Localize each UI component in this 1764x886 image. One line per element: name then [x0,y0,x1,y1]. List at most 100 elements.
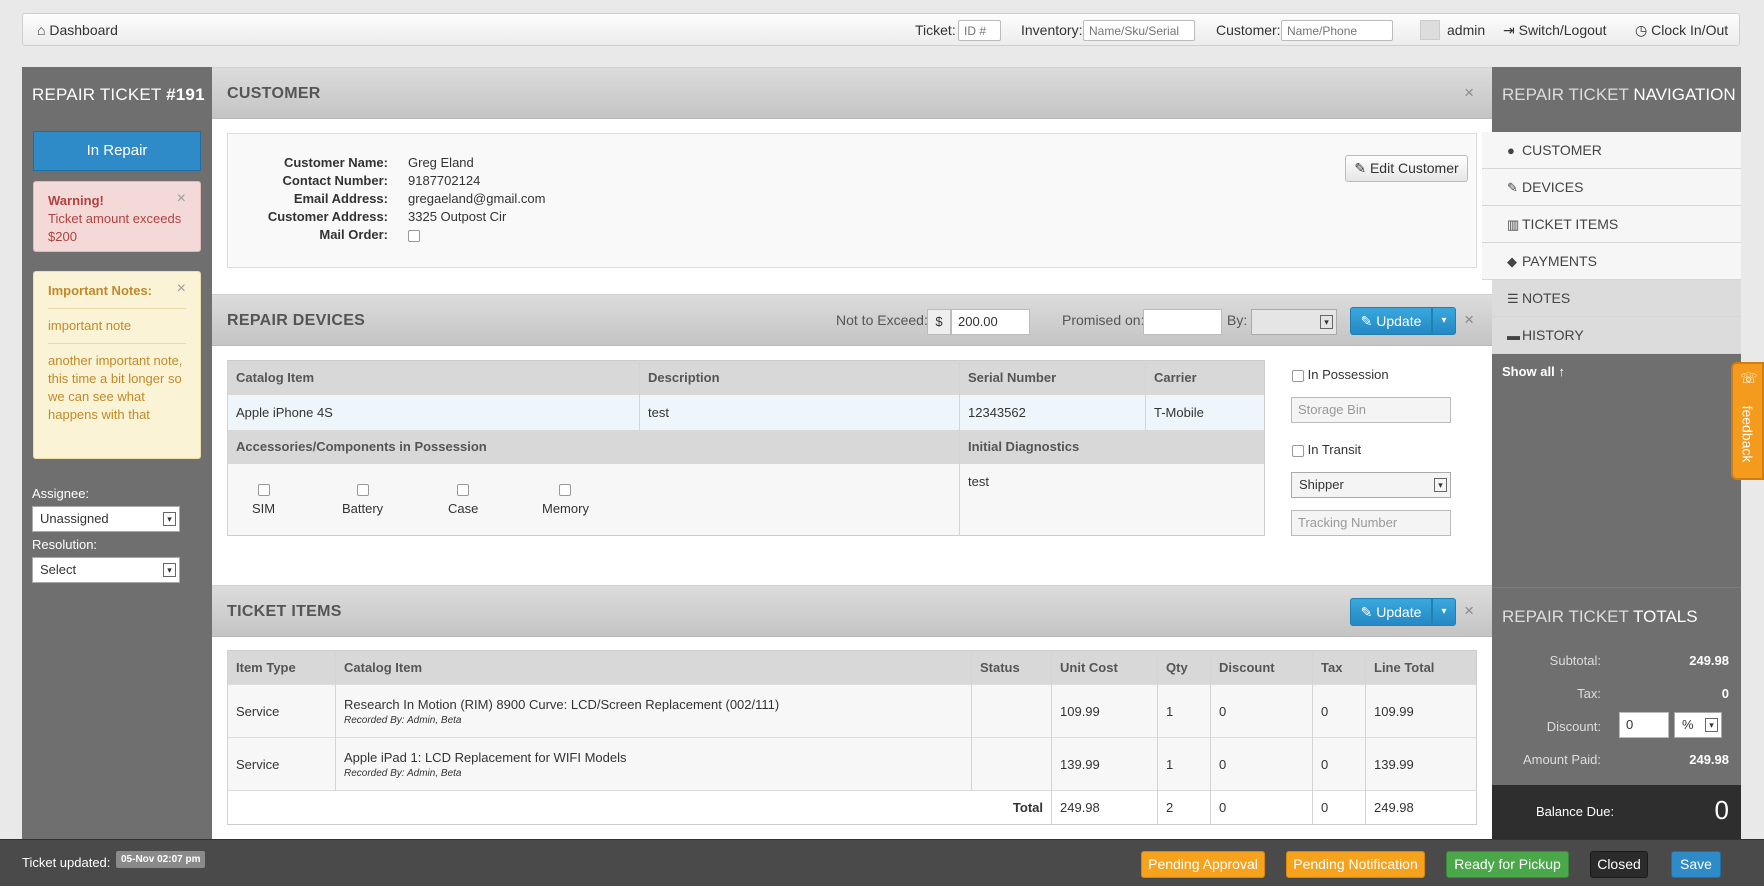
component-battery[interactable]: Battery [342,482,383,516]
customer-details: Customer Name: Contact Number: Email Add… [227,133,1477,268]
tax-cell: 0 [1312,684,1366,738]
dashboard-link[interactable]: ⌂ Dashboard [37,22,118,38]
chevron-down-icon: ▾ [163,512,176,526]
amount-paid-label: Amount Paid: [1522,752,1601,767]
discount-unit-select[interactable]: % ▾ [1674,712,1722,738]
description-cell: test [639,394,960,430]
promised-input[interactable] [1143,309,1222,335]
nav-item-devices[interactable]: ✎ DEVICES [1482,169,1741,206]
table-row[interactable]: Service Research In Motion (RIM) 8900 Cu… [227,684,1477,738]
column-header: Serial Number [959,360,1146,395]
storage-bin-input[interactable]: Storage Bin [1291,397,1451,423]
devices-update-dropdown[interactable]: ▾ [1432,307,1456,335]
nav-item-ticket-items[interactable]: ▥ TICKET ITEMS [1482,206,1741,243]
status-button[interactable]: In Repair [33,131,201,171]
by-select[interactable]: ▾ [1251,309,1337,335]
tracking-number-input[interactable]: Tracking Number [1291,510,1451,536]
nte-input[interactable]: 200.00 [951,309,1030,335]
catalog-item-cell: Apple iPad 1: LCD Replacement for WIFI M… [335,737,972,791]
discount-input[interactable]: 0 [1619,712,1669,738]
edit-customer-button[interactable]: ✎ Edit Customer [1345,155,1468,182]
component-memory[interactable]: Memory [542,482,589,516]
recorded-by: Recorded By: Admin, Beta [344,767,462,779]
components-cell: SIM Battery Case Memory [227,463,960,536]
customer-name-label: Customer Name: [283,155,388,170]
pending-approval-button[interactable]: Pending Approval [1141,851,1265,878]
resolution-select[interactable]: Select ▾ [32,557,180,583]
feedback-label: feedback [1739,405,1756,463]
chevron-down-icon: ▾ [1434,478,1447,492]
clock-link[interactable]: ◷ Clock In/Out [1635,22,1728,39]
ticket-search-label: Ticket: [915,22,956,38]
in-possession-checkbox[interactable]: In Possession [1292,367,1389,382]
devices-update-button[interactable]: ✎ Update [1350,307,1432,335]
logout-icon: ⇥ [1503,22,1515,38]
mail-order-checkbox[interactable] [408,229,420,242]
column-header: Item Type [227,650,336,685]
table-row[interactable]: Service Apple iPad 1: LCD Replacement fo… [227,737,1477,791]
save-button[interactable]: Save [1671,851,1721,878]
chevron-down-icon: ▾ [163,563,176,577]
nav-item-notes[interactable]: ☰ NOTES [1492,280,1741,317]
nav-item-customer[interactable]: ● CUSTOMER [1482,132,1741,169]
close-icon[interactable]: × [1464,601,1474,621]
close-icon[interactable]: × [1464,83,1474,103]
unit-cost-cell: 139.99 [1051,737,1158,791]
item-type-cell: Service [227,737,336,791]
assignee-select[interactable]: Unassigned ▾ [32,506,180,532]
nte-label: Not to Exceed: [836,312,928,328]
total-cost: 249.98 [1051,790,1158,825]
column-header: Description [639,360,960,395]
qty-cell: 1 [1157,737,1211,791]
tax-cell: 0 [1312,737,1366,791]
items-update-dropdown[interactable]: ▾ [1432,598,1456,626]
component-sim[interactable]: SIM [252,482,275,516]
warning-text: Ticket amount exceeds $200 [48,211,182,244]
customer-search-input[interactable] [1281,20,1393,41]
column-header: Qty [1157,650,1211,685]
column-header: Tax [1312,650,1366,685]
serial-cell: 12343562 [959,394,1146,430]
table-row[interactable]: Apple iPhone 4S test 12343562 T-Mobile [227,394,1265,430]
totals-title: REPAIR TICKET TOTALS [1502,607,1698,626]
switch-logout-link[interactable]: ⇥ Switch/Logout [1503,22,1607,39]
column-header: Status [971,650,1052,685]
diagnostics-cell[interactable]: test [959,463,1265,536]
close-icon[interactable]: × [177,190,186,208]
inventory-search-label: Inventory: [1021,22,1083,38]
ready-for-pickup-button[interactable]: Ready for Pickup [1446,851,1569,878]
close-icon[interactable]: × [177,280,186,298]
currency-addon: $ [927,309,951,335]
notes-title: Important Notes: [48,283,152,298]
inventory-search-input[interactable] [1083,20,1195,41]
barcode-icon: ▥ [1507,217,1520,232]
shipper-select[interactable]: Shipper ▾ [1291,472,1451,498]
closed-button[interactable]: Closed [1590,851,1648,878]
customer-address: 3325 Outpost Cir [408,209,507,224]
tag-icon: ◆ [1507,254,1517,269]
close-icon[interactable]: × [1464,310,1474,330]
email-label: Email Address: [293,191,388,206]
tax-value: 0 [1721,686,1729,701]
nav-item-history[interactable]: ▬ HISTORY [1492,317,1741,354]
items-update-button[interactable]: ✎ Update [1350,598,1432,626]
balance-due-label: Balance Due: [1536,804,1615,819]
show-all-link[interactable]: Show all ↑ [1502,364,1565,379]
nav-item-payments[interactable]: ◆ PAYMENTS [1482,243,1741,280]
user-name[interactable]: admin [1447,22,1485,38]
list-icon: ☰ [1507,291,1519,306]
discount-cell: 0 [1210,684,1313,738]
items-table: Item Type Catalog Item Status Unit Cost … [227,650,1477,825]
ticket-id-input[interactable] [958,20,1001,41]
component-case[interactable]: Case [448,482,478,516]
feedback-tab[interactable]: ☏ feedback [1731,362,1764,480]
main-content: CUSTOMER × Customer Name: Contact Number… [212,67,1492,839]
in-transit-checkbox[interactable]: In Transit [1292,442,1361,457]
pencil-icon: ✎ [1354,160,1367,176]
avatar [1420,20,1440,40]
column-header: Carrier [1145,360,1265,395]
discount-label: Discount: [1546,719,1601,734]
navigation-title: REPAIR TICKET NAVIGATION [1502,85,1736,104]
pending-notification-button[interactable]: Pending Notification [1286,851,1425,878]
balance-due-value: 0 [1714,795,1729,825]
